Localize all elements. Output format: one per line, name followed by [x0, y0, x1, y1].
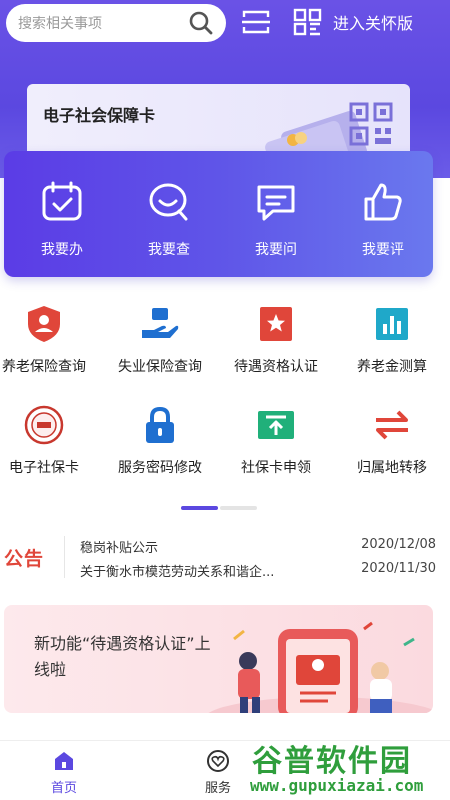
tab-service[interactable]: 服务 — [188, 749, 248, 796]
service-e-card[interactable]: 电子社保卡 — [0, 405, 100, 477]
shield-person-icon — [28, 306, 60, 342]
promo-text: 新功能“待遇资格认证”上线啦 — [34, 634, 211, 679]
scan-icon[interactable] — [240, 8, 272, 36]
search-chat-icon — [149, 183, 188, 221]
notice-logo: 公告 — [4, 548, 45, 570]
notice-title: 关于衡水市模范劳动关系和谐企... — [80, 565, 275, 580]
service-unemployment-query[interactable]: 失业保险查询 — [104, 304, 216, 376]
search-placeholder: 搜索相关事项 — [18, 16, 102, 32]
service-label: 电子社保卡 — [9, 460, 79, 476]
thumbs-up-icon — [364, 183, 402, 221]
grid-page-indicator — [181, 506, 257, 510]
service-label: 失业保险查询 — [118, 359, 202, 375]
watermark-url: www.gupuxiazai.com — [248, 776, 426, 795]
quick-action-query[interactable]: 我要查 — [119, 179, 219, 259]
service-card-apply[interactable]: 社保卡申领 — [220, 405, 332, 477]
quick-action-rate[interactable]: 我要评 — [333, 179, 433, 259]
calendar-check-icon — [42, 181, 82, 221]
quick-action-ask[interactable]: 我要问 — [226, 179, 326, 259]
quick-action-label: 我要评 — [362, 242, 404, 258]
notice-divider — [64, 536, 65, 578]
notice-item[interactable]: 关于衡水市模范劳动关系和谐企... 2020/11/30 — [80, 561, 436, 580]
seal-icon — [24, 405, 64, 445]
service-password-change[interactable]: 服务密码修改 — [104, 405, 216, 477]
quick-actions-panel: 我要办 我要查 我要问 我要评 — [4, 151, 433, 277]
service-label: 社保卡申领 — [241, 460, 311, 476]
hand-coin-icon — [142, 308, 179, 338]
chat-bubble-icon — [257, 185, 295, 221]
card-banner-title: 电子社会保障卡 — [43, 106, 156, 125]
search-input[interactable]: 搜索相关事项 — [6, 4, 226, 42]
notice-item[interactable]: 稳岗补贴公示 2020/12/08 — [80, 537, 436, 556]
search-icon — [189, 11, 213, 35]
notice-date: 2020/11/30 — [361, 561, 436, 576]
tab-label: 首页 — [50, 781, 77, 796]
quick-action-label: 我要问 — [255, 242, 297, 258]
notice-date: 2020/12/08 — [361, 537, 436, 552]
notice-title: 稳岗补贴公示 — [80, 541, 159, 556]
service-label: 养老金测算 — [357, 359, 427, 375]
qr-code-icon — [349, 102, 393, 146]
lock-icon — [146, 406, 174, 443]
heart-service-icon — [207, 750, 229, 772]
watermark-name: 谷普软件园 — [252, 744, 412, 779]
page-dot[interactable] — [220, 506, 257, 510]
page-dot-active — [181, 506, 218, 510]
star-badge-icon — [260, 307, 292, 341]
service-location-transfer[interactable]: 归属地转移 — [336, 405, 448, 477]
watermark: 谷普软件园 www.gupuxiazai.com — [248, 736, 450, 800]
tab-label: 服务 — [204, 781, 231, 796]
service-eligibility-auth[interactable]: 待遇资格认证 — [220, 304, 332, 376]
care-mode-icon[interactable] — [292, 8, 324, 36]
bar-chart-icon — [376, 308, 408, 340]
service-pension-calc[interactable]: 养老金测算 — [336, 304, 448, 376]
promo-illustration-icon — [208, 621, 433, 713]
service-label: 待遇资格认证 — [234, 359, 318, 375]
home-icon — [55, 752, 73, 770]
service-label: 服务密码修改 — [118, 460, 202, 476]
upload-card-icon — [258, 411, 294, 439]
transfer-arrows-icon — [376, 410, 408, 440]
quick-action-label: 我要查 — [148, 242, 190, 258]
quick-action-handle[interactable]: 我要办 — [12, 179, 112, 259]
promo-banner[interactable]: 新功能“待遇资格认证”上线啦 — [4, 605, 433, 713]
tab-home[interactable]: 首页 — [34, 749, 94, 796]
service-pension-query[interactable]: 养老保险查询 — [0, 304, 100, 376]
service-label: 养老保险查询 — [2, 359, 86, 375]
quick-action-label: 我要办 — [41, 242, 83, 258]
care-mode-link[interactable]: 进入关怀版 — [333, 10, 413, 34]
service-label: 归属地转移 — [357, 460, 427, 476]
